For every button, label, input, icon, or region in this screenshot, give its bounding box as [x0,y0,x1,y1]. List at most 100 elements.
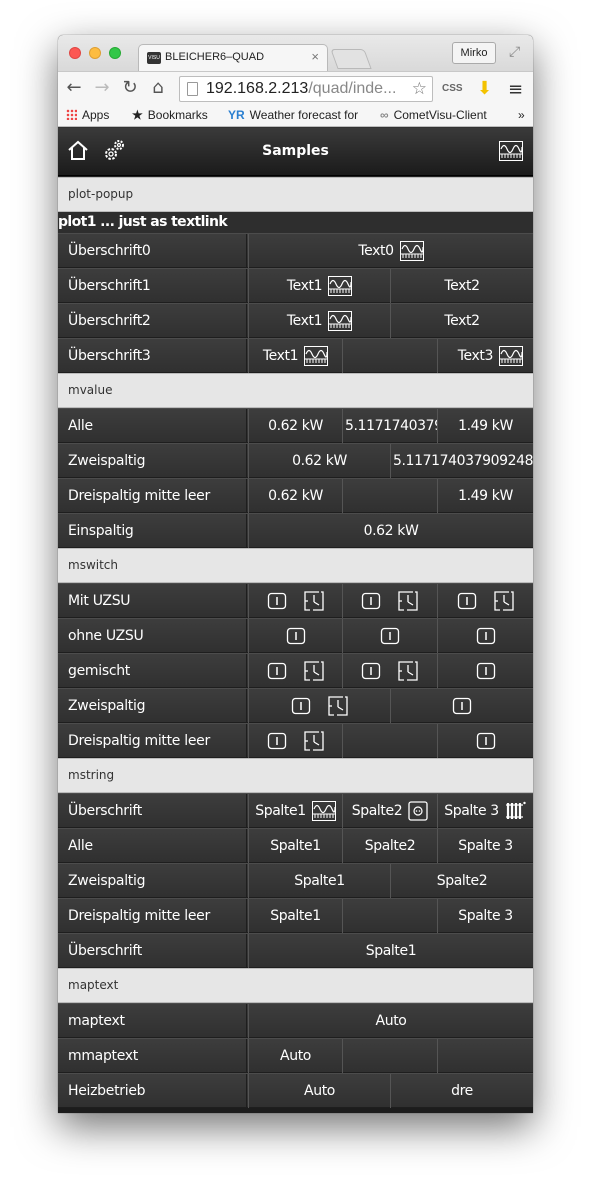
tab-close-icon[interactable]: × [311,49,319,64]
bookmark-weather[interactable]: YR Weather forecast for [228,108,363,122]
yr-logo-icon: YR [228,108,245,122]
switch-cell [248,689,390,723]
table-row: Heizbetrieb Auto dre [58,1073,533,1108]
table-row: Alle 0.62 kW 5.1171740379… 1.49 kW [58,408,533,443]
table-row: gemischt [58,653,533,688]
switch-icon[interactable] [476,661,496,681]
star-icon: ★ [132,108,143,122]
uzsu-clock-icon[interactable] [303,590,325,612]
cell-text: Spalte2 [351,803,403,819]
bookmark-bookmarks[interactable]: ★ Bookmarks [132,108,208,122]
switch-icon[interactable] [361,591,381,611]
row-label: gemischt [58,654,247,688]
section-header-mvalue: mvalue [58,373,533,408]
row-label: Zweispaltig [58,864,247,898]
switch-icon[interactable] [361,661,381,681]
value-cell: 5.1171740379… [342,409,437,443]
uzsu-clock-icon[interactable] [327,695,349,717]
section-header-mswitch: mswitch [58,548,533,583]
maximize-window-button[interactable] [109,47,121,59]
row-label: Dreispaltig mitte leer [58,724,247,758]
uzsu-clock-icon[interactable] [397,590,419,612]
row-label: Dreispaltig mitte leer [58,479,247,513]
bookmark-apps[interactable]: Apps [66,108,109,122]
switch-icon[interactable] [267,661,287,681]
plot-textlink[interactable]: plot1 ... just as textlink [58,212,533,233]
switch-icon[interactable] [267,731,287,751]
uzsu-clock-icon[interactable] [303,730,325,752]
table-row: Überschrift3 Text1 Text3 [58,338,533,373]
home-icon[interactable]: ⌂ [148,78,168,98]
bookmarks-overflow[interactable]: » [518,108,525,122]
cell-text: Text1 [286,313,323,329]
bookmark-cometvisu[interactable]: ∞ CometVisu-Client [380,108,487,122]
switch-cell [248,654,342,688]
string-cell[interactable]: Spalte 3 [437,794,533,828]
popup-cell[interactable]: Text3 [437,339,533,373]
page-icon [187,82,198,96]
popup-cell[interactable]: Text2 [390,304,533,338]
empty-cell [437,1039,533,1073]
row-label: Überschrift [58,794,247,828]
switch-icon[interactable] [476,626,496,646]
empty-cell [342,339,437,373]
url-bar[interactable]: 192.168.2.213/quad/inde... ☆ [179,76,433,102]
row-label: Überschrift3 [58,339,247,373]
popup-cell[interactable]: Text2 [390,269,533,303]
fullscreen-icon[interactable]: ⤢ [509,44,520,60]
row-label: ohne UZSU [58,619,247,653]
string-cell[interactable]: Spalte1 [248,794,342,828]
switch-icon[interactable] [291,696,311,716]
empty-cell [342,479,437,513]
popup-cell[interactable]: Text0 [248,234,533,268]
string-cell: Spalte1 [248,934,533,968]
string-cell[interactable]: Spalte2 [342,794,437,828]
browser-toolbar: ← → ↻ ⌂ 192.168.2.213/quad/inde... ☆ CSS… [58,71,533,105]
close-window-button[interactable] [69,47,81,59]
maptext-cell: Auto [248,1039,342,1073]
menu-icon[interactable]: ≡ [508,79,523,100]
popup-cell[interactable]: Text1 [248,269,390,303]
uzsu-clock-icon[interactable] [303,660,325,682]
url-host: 192.168.2.213 [206,80,309,97]
string-cell: Spalte2 [390,864,533,898]
socket-icon [408,801,428,821]
switch-icon[interactable] [476,731,496,751]
table-row: Zweispaltig Spalte1 Spalte2 [58,863,533,898]
cell-text: Text3 [457,348,494,364]
plot-icon[interactable] [499,140,523,166]
switch-cell [342,619,437,653]
switch-icon[interactable] [380,626,400,646]
back-arrow-icon[interactable]: ← [64,78,84,98]
string-cell: Spalte1 [248,829,342,863]
minimize-window-button[interactable] [89,47,101,59]
popup-cell[interactable]: Text1 [248,304,390,338]
switch-icon[interactable] [457,591,477,611]
reload-icon[interactable]: ↻ [120,78,140,98]
css-extension-icon[interactable]: CSS [442,83,463,94]
bookmark-star-icon[interactable]: ☆ [412,77,427,101]
browser-tab[interactable]: VISU BLEICHER6–QUAD × [138,44,328,71]
empty-cell [342,899,437,933]
switch-cell [342,584,437,618]
row-label: Überschrift2 [58,304,247,338]
empty-cell [342,724,437,758]
download-arrow-icon[interactable]: ⬇ [477,78,492,99]
table-row: Alle Spalte1 Spalte2 Spalte 3 [58,828,533,863]
switch-cell [342,654,437,688]
row-label: maptext [58,1004,247,1038]
switch-icon[interactable] [267,591,287,611]
switch-icon[interactable] [286,626,306,646]
switch-icon[interactable] [452,696,472,716]
uzsu-clock-icon[interactable] [397,660,419,682]
url-path: /quad/inde... [308,80,397,97]
maptext-cell: Auto [248,1074,390,1108]
forward-arrow-icon[interactable]: → [92,78,112,98]
new-tab-button[interactable] [330,49,372,69]
table-row: Überschrift Spalte1 [58,933,533,968]
bookmarks-bar: Apps ★ Bookmarks YR Weather forecast for ∞… [58,105,533,127]
row-label: Überschrift1 [58,269,247,303]
profile-button[interactable]: Mirko [452,42,496,64]
uzsu-clock-icon[interactable] [493,590,515,612]
popup-cell[interactable]: Text1 [248,339,342,373]
